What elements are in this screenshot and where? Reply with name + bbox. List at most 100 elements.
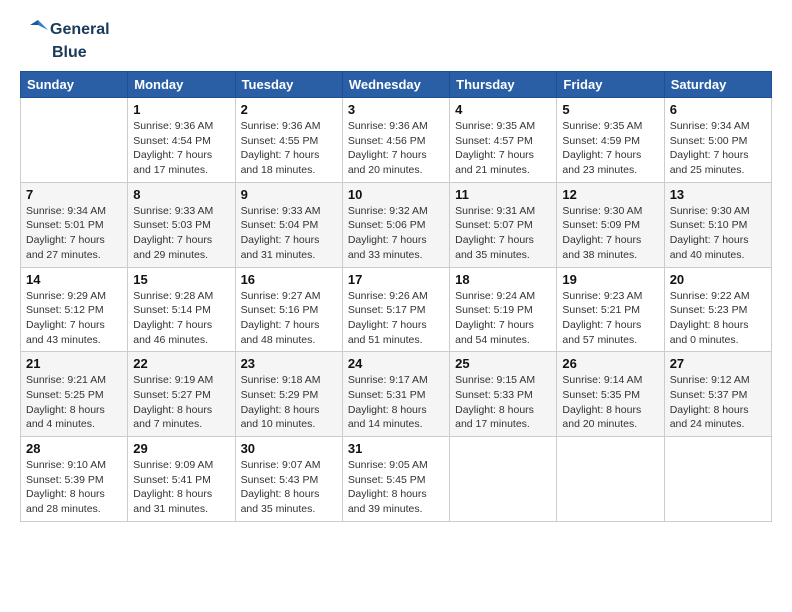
logo-text-blue: Blue xyxy=(52,45,87,61)
day-number: 17 xyxy=(348,272,444,287)
calendar-day-7: 7 Sunrise: 9:34 AMSunset: 5:01 PMDaylight… xyxy=(21,182,128,267)
logo-text-general: General xyxy=(50,22,110,38)
col-header-sunday: Sunday xyxy=(21,72,128,98)
day-number: 15 xyxy=(133,272,229,287)
calendar-day-17: 17Sunrise: 9:26 AMSunset: 5:17 PMDayligh… xyxy=(342,267,449,352)
calendar-day-30: 30 Sunrise: 9:07 AMSunset: 5:43 PMDayligh… xyxy=(235,437,342,522)
calendar-day-27: 27 Sunrise: 9:12 AMSunset: 5:37 PMDayligh… xyxy=(664,352,771,437)
calendar-day-4: 4 Sunrise: 9:35 AMSunset: 4:57 PMDaylight… xyxy=(450,98,557,183)
day-info: Sunrise: 9:10 AMSunset: 5:39 PMDaylight:… xyxy=(26,458,122,517)
day-info: Sunrise: 9:34 AMSunset: 5:00 PMDaylight:… xyxy=(670,119,766,178)
day-number: 25 xyxy=(455,356,551,371)
calendar-week-5: 28 Sunrise: 9:10 AMSunset: 5:39 PMDayligh… xyxy=(21,437,772,522)
day-number: 24 xyxy=(348,356,444,371)
day-info: Sunrise: 9:32 AMSunset: 5:06 PMDaylight:… xyxy=(348,204,444,263)
day-info: Sunrise: 9:27 AMSunset: 5:16 PMDaylight:… xyxy=(241,289,337,348)
logo: General Blue xyxy=(20,16,110,61)
day-info: Sunrise: 9:23 AMSunset: 5:21 PMDaylight:… xyxy=(562,289,658,348)
day-info: Sunrise: 9:33 AMSunset: 5:03 PMDaylight:… xyxy=(133,204,229,263)
day-number: 20 xyxy=(670,272,766,287)
col-header-friday: Friday xyxy=(557,72,664,98)
day-number: 2 xyxy=(241,102,337,117)
col-header-tuesday: Tuesday xyxy=(235,72,342,98)
day-number: 7 xyxy=(26,187,122,202)
day-info: Sunrise: 9:35 AMSunset: 4:59 PMDaylight:… xyxy=(562,119,658,178)
day-number: 6 xyxy=(670,102,766,117)
calendar-day-28: 28 Sunrise: 9:10 AMSunset: 5:39 PMDayligh… xyxy=(21,437,128,522)
day-info: Sunrise: 9:30 AMSunset: 5:09 PMDaylight:… xyxy=(562,204,658,263)
calendar-day-1: 1 Sunrise: 9:36 AMSunset: 4:54 PMDaylight… xyxy=(128,98,235,183)
calendar-day-13: 13Sunrise: 9:30 AMSunset: 5:10 PMDayligh… xyxy=(664,182,771,267)
day-info: Sunrise: 9:22 AMSunset: 5:23 PMDaylight:… xyxy=(670,289,766,348)
day-number: 30 xyxy=(241,441,337,456)
day-info: Sunrise: 9:34 AMSunset: 5:01 PMDaylight:… xyxy=(26,204,122,263)
calendar-day-11: 11Sunrise: 9:31 AMSunset: 5:07 PMDayligh… xyxy=(450,182,557,267)
empty-cell xyxy=(557,437,664,522)
logo-icon xyxy=(20,16,48,44)
calendar-week-3: 14Sunrise: 9:29 AMSunset: 5:12 PMDayligh… xyxy=(21,267,772,352)
day-number: 5 xyxy=(562,102,658,117)
day-info: Sunrise: 9:28 AMSunset: 5:14 PMDaylight:… xyxy=(133,289,229,348)
calendar-day-31: 31 Sunrise: 9:05 AMSunset: 5:45 PMDayligh… xyxy=(342,437,449,522)
calendar-day-19: 19 Sunrise: 9:23 AMSunset: 5:21 PMDayligh… xyxy=(557,267,664,352)
calendar-day-12: 12Sunrise: 9:30 AMSunset: 5:09 PMDayligh… xyxy=(557,182,664,267)
empty-cell xyxy=(664,437,771,522)
day-number: 22 xyxy=(133,356,229,371)
col-header-thursday: Thursday xyxy=(450,72,557,98)
day-info: Sunrise: 9:21 AMSunset: 5:25 PMDaylight:… xyxy=(26,373,122,432)
calendar-day-29: 29 Sunrise: 9:09 AMSunset: 5:41 PMDayligh… xyxy=(128,437,235,522)
calendar-week-2: 7 Sunrise: 9:34 AMSunset: 5:01 PMDaylight… xyxy=(21,182,772,267)
calendar-day-8: 8 Sunrise: 9:33 AMSunset: 5:03 PMDaylight… xyxy=(128,182,235,267)
day-number: 28 xyxy=(26,441,122,456)
day-info: Sunrise: 9:15 AMSunset: 5:33 PMDaylight:… xyxy=(455,373,551,432)
calendar-day-25: 25 Sunrise: 9:15 AMSunset: 5:33 PMDayligh… xyxy=(450,352,557,437)
empty-cell xyxy=(450,437,557,522)
day-info: Sunrise: 9:36 AMSunset: 4:55 PMDaylight:… xyxy=(241,119,337,178)
day-info: Sunrise: 9:36 AMSunset: 4:54 PMDaylight:… xyxy=(133,119,229,178)
calendar-header-row: SundayMondayTuesdayWednesdayThursdayFrid… xyxy=(21,72,772,98)
calendar-day-24: 24 Sunrise: 9:17 AMSunset: 5:31 PMDayligh… xyxy=(342,352,449,437)
day-info: Sunrise: 9:14 AMSunset: 5:35 PMDaylight:… xyxy=(562,373,658,432)
calendar-day-3: 3 Sunrise: 9:36 AMSunset: 4:56 PMDaylight… xyxy=(342,98,449,183)
calendar-day-10: 10 Sunrise: 9:32 AMSunset: 5:06 PMDayligh… xyxy=(342,182,449,267)
calendar-day-23: 23Sunrise: 9:18 AMSunset: 5:29 PMDayligh… xyxy=(235,352,342,437)
day-number: 19 xyxy=(562,272,658,287)
col-header-monday: Monday xyxy=(128,72,235,98)
day-number: 29 xyxy=(133,441,229,456)
day-number: 3 xyxy=(348,102,444,117)
day-number: 27 xyxy=(670,356,766,371)
day-number: 13 xyxy=(670,187,766,202)
calendar-day-16: 16 Sunrise: 9:27 AMSunset: 5:16 PMDayligh… xyxy=(235,267,342,352)
day-number: 26 xyxy=(562,356,658,371)
col-header-wednesday: Wednesday xyxy=(342,72,449,98)
day-number: 11 xyxy=(455,187,551,202)
day-info: Sunrise: 9:33 AMSunset: 5:04 PMDaylight:… xyxy=(241,204,337,263)
day-info: Sunrise: 9:12 AMSunset: 5:37 PMDaylight:… xyxy=(670,373,766,432)
day-info: Sunrise: 9:07 AMSunset: 5:43 PMDaylight:… xyxy=(241,458,337,517)
day-info: Sunrise: 9:18 AMSunset: 5:29 PMDaylight:… xyxy=(241,373,337,432)
calendar-day-18: 18 Sunrise: 9:24 AMSunset: 5:19 PMDayligh… xyxy=(450,267,557,352)
calendar-day-22: 22 Sunrise: 9:19 AMSunset: 5:27 PMDayligh… xyxy=(128,352,235,437)
day-number: 1 xyxy=(133,102,229,117)
day-info: Sunrise: 9:19 AMSunset: 5:27 PMDaylight:… xyxy=(133,373,229,432)
day-info: Sunrise: 9:09 AMSunset: 5:41 PMDaylight:… xyxy=(133,458,229,517)
day-number: 31 xyxy=(348,441,444,456)
day-number: 18 xyxy=(455,272,551,287)
calendar-day-15: 15 Sunrise: 9:28 AMSunset: 5:14 PMDayligh… xyxy=(128,267,235,352)
calendar-day-6: 6 Sunrise: 9:34 AMSunset: 5:00 PMDaylight… xyxy=(664,98,771,183)
day-info: Sunrise: 9:24 AMSunset: 5:19 PMDaylight:… xyxy=(455,289,551,348)
day-number: 16 xyxy=(241,272,337,287)
day-number: 4 xyxy=(455,102,551,117)
calendar-day-5: 5 Sunrise: 9:35 AMSunset: 4:59 PMDaylight… xyxy=(557,98,664,183)
day-info: Sunrise: 9:36 AMSunset: 4:56 PMDaylight:… xyxy=(348,119,444,178)
day-info: Sunrise: 9:05 AMSunset: 5:45 PMDaylight:… xyxy=(348,458,444,517)
day-info: Sunrise: 9:35 AMSunset: 4:57 PMDaylight:… xyxy=(455,119,551,178)
calendar-day-2: 2 Sunrise: 9:36 AMSunset: 4:55 PMDaylight… xyxy=(235,98,342,183)
calendar-day-21: 21Sunrise: 9:21 AMSunset: 5:25 PMDayligh… xyxy=(21,352,128,437)
calendar-week-1: 1 Sunrise: 9:36 AMSunset: 4:54 PMDaylight… xyxy=(21,98,772,183)
day-info: Sunrise: 9:29 AMSunset: 5:12 PMDaylight:… xyxy=(26,289,122,348)
day-number: 10 xyxy=(348,187,444,202)
day-number: 8 xyxy=(133,187,229,202)
day-number: 9 xyxy=(241,187,337,202)
day-info: Sunrise: 9:17 AMSunset: 5:31 PMDaylight:… xyxy=(348,373,444,432)
